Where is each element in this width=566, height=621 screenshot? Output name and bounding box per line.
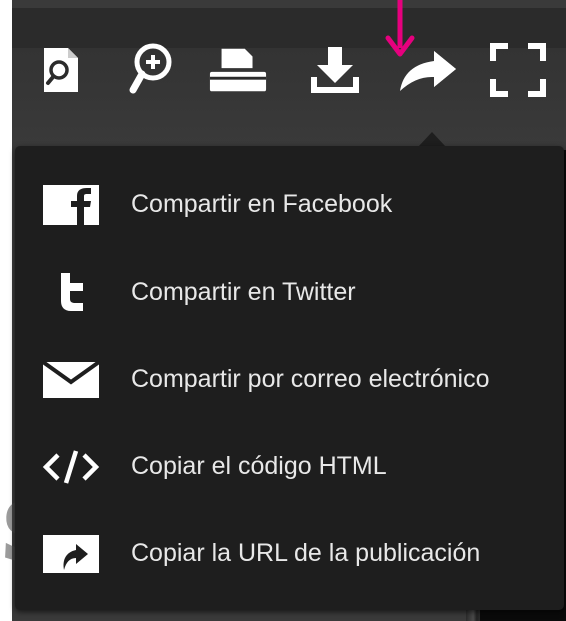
download-button[interactable]: [305, 38, 365, 102]
share-twitter-item[interactable]: Compartir en Twitter: [15, 249, 564, 336]
toolbar: [12, 8, 566, 148]
link-arrow-icon: [41, 529, 101, 579]
code-icon: [41, 442, 101, 492]
facebook-icon: [41, 180, 101, 230]
share-twitter-label: Compartir en Twitter: [131, 278, 356, 306]
print-button[interactable]: [208, 38, 268, 102]
fullscreen-button[interactable]: [488, 38, 548, 102]
print-icon: [209, 48, 267, 92]
copy-url-item[interactable]: Copiar la URL de la publicación: [15, 510, 564, 597]
twitter-icon: [41, 268, 101, 318]
copy-html-item[interactable]: Copiar el código HTML: [15, 423, 564, 510]
copy-html-label: Copiar el código HTML: [131, 452, 387, 480]
share-facebook-label: Compartir en Facebook: [131, 190, 393, 218]
download-icon: [311, 47, 359, 93]
arrow-down-icon: [385, 0, 415, 57]
share-email-item[interactable]: Compartir por correo electrónico: [15, 336, 564, 423]
share-email-label: Compartir por correo electrónico: [131, 365, 490, 393]
envelope-icon: [41, 355, 101, 405]
zoom-in-icon: [129, 43, 172, 94]
zoom-in-button[interactable]: [120, 38, 180, 102]
fullscreen-icon: [490, 43, 546, 97]
menu-caret: [418, 132, 446, 147]
share-menu: Compartir en Facebook Compartir en Twitt…: [15, 146, 564, 610]
share-facebook-item[interactable]: Compartir en Facebook: [15, 161, 564, 248]
copy-url-label: Copiar la URL de la publicación: [131, 539, 481, 567]
document-search-button[interactable]: [30, 38, 90, 102]
document-search-icon: [44, 48, 78, 92]
